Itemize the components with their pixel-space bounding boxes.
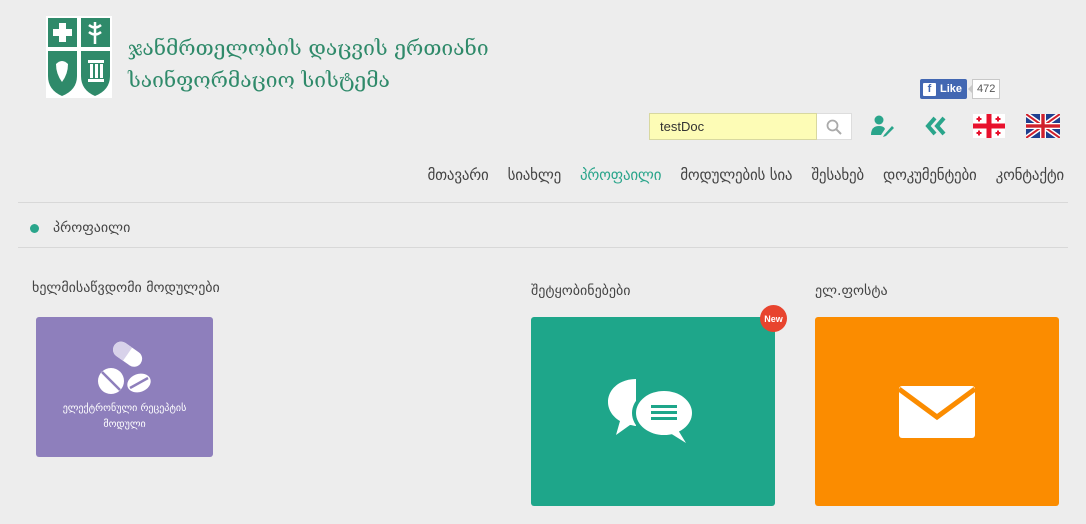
nav-item-contact[interactable]: კონტაქტი: [996, 166, 1065, 184]
nav-item-news[interactable]: სიახლე: [508, 166, 562, 184]
search-icon: [826, 119, 842, 135]
page: ჯანმრთელობის დაცვის ერთიანი საინფორმაციო…: [0, 0, 1086, 524]
language-english-button[interactable]: [1026, 111, 1060, 141]
georgia-flag-icon: [973, 114, 1005, 138]
double-chevron-left-icon: [925, 116, 946, 136]
language-georgian-button[interactable]: [972, 111, 1006, 141]
chat-bubbles-icon: [608, 378, 696, 443]
main-nav: მთავარი სიახლე პროფაილი მოდულების სია შე…: [408, 166, 1064, 184]
uk-flag-icon: [1026, 114, 1060, 138]
breadcrumb: პროფაილი: [30, 220, 130, 236]
doctor-edit-icon: [871, 115, 894, 137]
messages-section-title: შეტყობინებები: [531, 283, 631, 299]
breadcrumb-dot-icon: [30, 223, 39, 233]
pills-icon: [97, 341, 151, 394]
nav-divider: [18, 202, 1068, 203]
doctor-profile-button[interactable]: [865, 111, 899, 141]
health-cross-logo-icon[interactable]: [46, 16, 112, 98]
envelope-icon: [898, 385, 976, 438]
breadcrumb-divider: [18, 247, 1068, 248]
nav-item-documents[interactable]: დოკუმენტები: [883, 166, 977, 184]
email-tile[interactable]: [815, 317, 1059, 506]
e-prescription-module-label: ელექტრონული რეცეპტის მოდული: [62, 403, 187, 430]
nav-item-profile[interactable]: პროფაილი: [580, 166, 661, 184]
facebook-like-label: Like: [940, 83, 963, 95]
nav-item-module-list[interactable]: მოდულების სია: [680, 166, 792, 184]
email-section-title: ელ.ფოსტა: [815, 283, 888, 299]
site-title-line2: საინფორმაციო სისტემა: [128, 68, 390, 92]
facebook-icon: f: [923, 82, 936, 96]
search-button[interactable]: [817, 113, 852, 140]
modules-section-title: ხელმისაწვდომი მოდულები: [32, 280, 220, 296]
search-bar: [649, 113, 852, 140]
back-button[interactable]: [919, 111, 953, 141]
facebook-like-widget: f Like 472: [920, 78, 1001, 100]
site-title-line1: ჯანმრთელობის დაცვის ერთიანი: [128, 36, 489, 60]
nav-item-home[interactable]: მთავარი: [427, 166, 488, 184]
e-prescription-module-tile[interactable]: ელექტრონული რეცეპტის მოდული: [36, 317, 213, 457]
breadcrumb-current: პროფაილი: [53, 220, 131, 236]
facebook-like-count: 472: [967, 79, 1001, 99]
nav-item-about[interactable]: შესახებ: [811, 166, 864, 184]
facebook-like-button[interactable]: f Like: [920, 79, 968, 99]
messages-tile[interactable]: [531, 317, 775, 506]
search-input[interactable]: [649, 113, 817, 140]
new-badge: New: [760, 305, 787, 332]
site-title[interactable]: ჯანმრთელობის დაცვის ერთიანი საინფორმაციო…: [128, 32, 489, 96]
